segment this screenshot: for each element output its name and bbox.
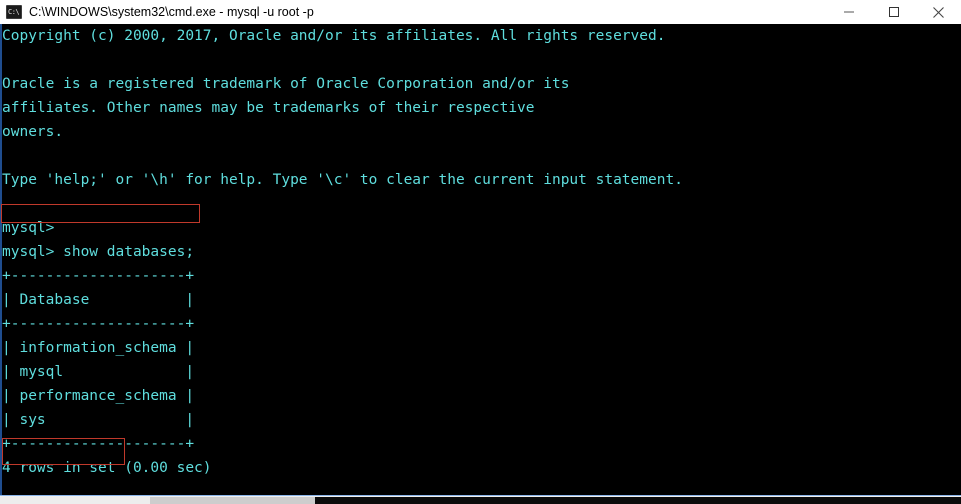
terminal-console[interactable]: Copyright (c) 2000, 2017, Oracle and/or … [0,24,961,504]
terminal-line: | sys | [2,412,195,428]
terminal-line: | mysql | [2,364,195,380]
terminal-left-edge [0,24,2,500]
terminal-output: Copyright (c) 2000, 2017, Oracle and/or … [0,24,683,504]
terminal-line: +--------------------+ [2,316,195,332]
terminal-line: mysql> [2,220,55,236]
cmd-window: C:\WINDOWS\system32\cmd.exe - mysql -u r… [0,0,961,504]
terminal-line: +--------------------+ [2,268,195,284]
terminal-line: Oracle is a registered trademark of Orac… [2,76,570,92]
title-bar-left: C:\WINDOWS\system32\cmd.exe - mysql -u r… [0,0,826,24]
terminal-line: 4 rows in set (0.00 sec) [2,460,212,476]
terminal-line: Copyright (c) 2000, 2017, Oracle and/or … [2,28,666,44]
title-bar[interactable]: C:\WINDOWS\system32\cmd.exe - mysql -u r… [0,0,961,24]
scrollbar-track-right[interactable] [315,497,961,504]
terminal-line: | information_schema | [2,340,195,356]
window-title: C:\WINDOWS\system32\cmd.exe - mysql -u r… [29,5,314,19]
terminal-line: | Database | [2,292,195,308]
horizontal-scrollbar[interactable] [0,495,961,504]
minimize-button[interactable] [826,0,871,24]
terminal-line: owners. [2,124,64,140]
terminal-line: | performance_schema | [2,388,195,404]
terminal-line: +--------------------+ [2,436,195,452]
close-button[interactable] [916,0,961,24]
window-controls [826,0,961,24]
scrollbar-thumb[interactable] [150,497,315,504]
maximize-button[interactable] [871,0,916,24]
scrollbar-track-left[interactable] [0,497,150,504]
terminal-line: mysql> show databases; [2,244,195,260]
cmd-icon [6,5,22,19]
terminal-line: affiliates. Other names may be trademark… [2,100,535,116]
terminal-line: Type 'help;' or '\h' for help. Type '\c'… [2,172,683,188]
